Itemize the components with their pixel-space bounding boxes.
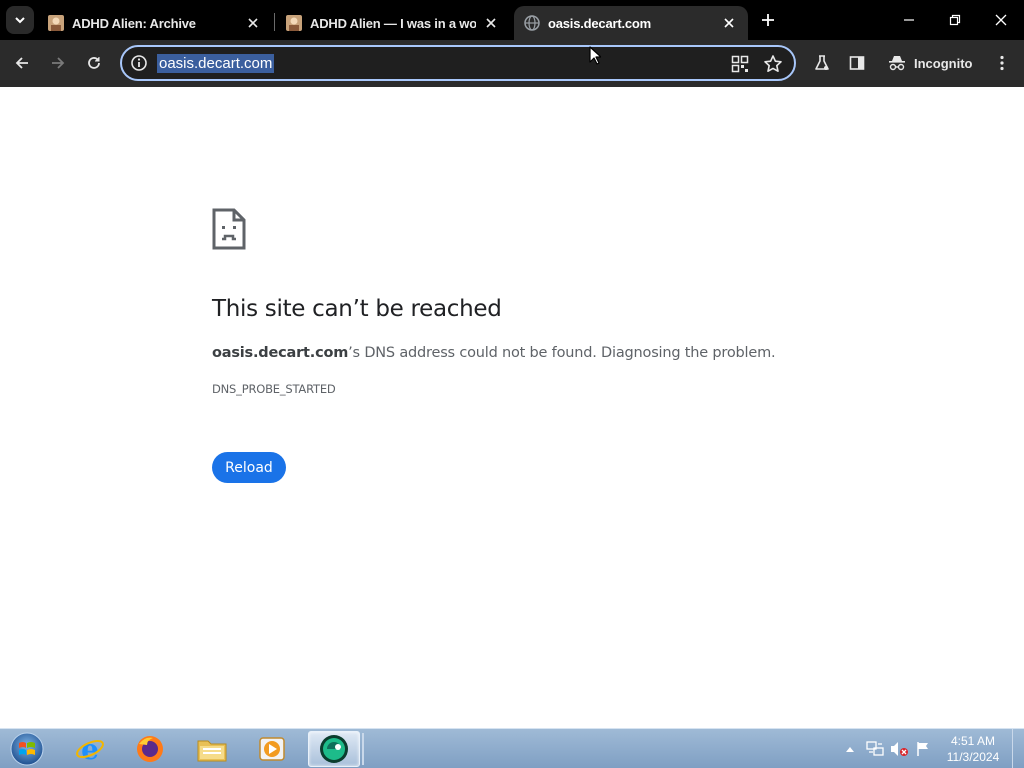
back-button[interactable] <box>8 49 36 77</box>
error-host: oasis.decart.com <box>212 345 349 361</box>
page-content: This site can’t be reached oasis.decart.… <box>0 87 1024 728</box>
tray-volume[interactable] <box>888 735 910 763</box>
url-text[interactable]: oasis.decart.com <box>157 54 275 73</box>
tab-search-button[interactable] <box>6 6 34 34</box>
taskbar-separator <box>362 733 364 765</box>
close-window-button[interactable] <box>978 0 1024 40</box>
minimize-button[interactable] <box>886 0 932 40</box>
qr-code-icon[interactable] <box>731 55 749 73</box>
side-panel-icon <box>849 56 865 70</box>
reload-toolbar-button[interactable] <box>80 49 108 77</box>
reload-button[interactable]: Reload <box>212 452 286 483</box>
taskbar-firefox[interactable] <box>124 731 176 767</box>
arrow-left-icon <box>15 57 28 69</box>
plus-icon <box>762 14 774 26</box>
incognito-indicator[interactable]: Incognito <box>888 52 973 74</box>
media-player-icon <box>259 737 285 761</box>
more-vertical-icon <box>1000 55 1004 71</box>
sad-document-icon <box>212 208 246 250</box>
incognito-icon <box>889 56 905 71</box>
browser-app-icon <box>320 735 348 763</box>
restore-button[interactable] <box>932 0 978 40</box>
taskbar: e 4:51 AM 11/3/2024 <box>0 728 1024 768</box>
internet-explorer-icon: e <box>76 734 104 764</box>
minimize-icon <box>904 19 914 21</box>
system-clock[interactable]: 4:51 AM 11/3/2024 <box>938 733 1008 765</box>
address-bar[interactable]: oasis.decart.com <box>120 45 796 81</box>
taskbar-internet-explorer[interactable]: e <box>64 731 116 767</box>
clock-time: 4:51 AM <box>950 734 996 748</box>
mouse-cursor-icon <box>589 46 601 65</box>
tray-network[interactable] <box>864 735 886 763</box>
flask-icon <box>815 55 829 70</box>
error-code: DNS_PROBE_STARTED <box>212 382 336 396</box>
svg-text:e: e <box>81 734 99 764</box>
tab-title: oasis.decart.com <box>548 15 652 31</box>
info-icon[interactable] <box>130 54 148 72</box>
close-tab-icon[interactable] <box>720 14 738 32</box>
folder-icon <box>197 740 227 762</box>
close-icon <box>995 14 1007 26</box>
tab-separator <box>274 13 275 31</box>
menu-button[interactable] <box>988 49 1016 77</box>
error-description-text: ’s DNS address could not be found. Diagn… <box>348 345 776 361</box>
chevron-down-icon <box>15 17 25 24</box>
tab-oasis-decart[interactable]: oasis.decart.com <box>514 6 748 40</box>
taskbar-file-explorer[interactable] <box>186 731 238 767</box>
incognito-label: Incognito <box>914 55 973 71</box>
taskbar-media-player[interactable] <box>246 731 298 767</box>
bookmark-star-icon[interactable] <box>763 54 783 74</box>
tab-adhd-archive[interactable]: ADHD Alien: Archive <box>38 6 272 40</box>
labs-button[interactable] <box>808 49 836 77</box>
site-favicon-icon <box>48 15 64 31</box>
tab-title: ADHD Alien — I was in a work <box>310 15 476 31</box>
forward-button[interactable] <box>44 49 72 77</box>
network-icon <box>866 741 884 756</box>
flag-icon <box>917 742 928 756</box>
new-tab-button[interactable] <box>756 8 780 32</box>
error-description: oasis.decart.com’s DNS address could not… <box>212 345 776 361</box>
tab-strip: ADHD Alien: Archive ADHD Alien — I was i… <box>0 0 1024 40</box>
volume-muted-icon <box>891 742 908 756</box>
start-orb-icon[interactable] <box>6 731 48 767</box>
arrow-right-icon <box>52 57 65 69</box>
site-favicon-icon <box>286 15 302 31</box>
chevron-up-icon <box>846 747 854 752</box>
clock-date: 11/3/2024 <box>946 750 1000 764</box>
show-hidden-icons-button[interactable] <box>843 735 857 763</box>
browser-toolbar: oasis.decart.com Incognito <box>0 40 1024 87</box>
side-panel-button[interactable] <box>843 49 871 77</box>
close-tab-icon[interactable] <box>244 14 262 32</box>
error-title: This site can’t be reached <box>212 296 502 322</box>
globe-icon <box>524 15 540 31</box>
restore-icon <box>949 14 961 26</box>
refresh-icon <box>88 57 100 69</box>
close-tab-icon[interactable] <box>482 14 500 32</box>
taskbar-browser-app[interactable] <box>308 731 360 767</box>
tab-title: ADHD Alien: Archive <box>72 15 196 31</box>
tab-adhd-work[interactable]: ADHD Alien — I was in a work <box>276 6 510 40</box>
show-desktop-button[interactable] <box>1012 729 1024 768</box>
firefox-icon <box>137 736 163 762</box>
tray-action-center[interactable] <box>912 735 934 763</box>
